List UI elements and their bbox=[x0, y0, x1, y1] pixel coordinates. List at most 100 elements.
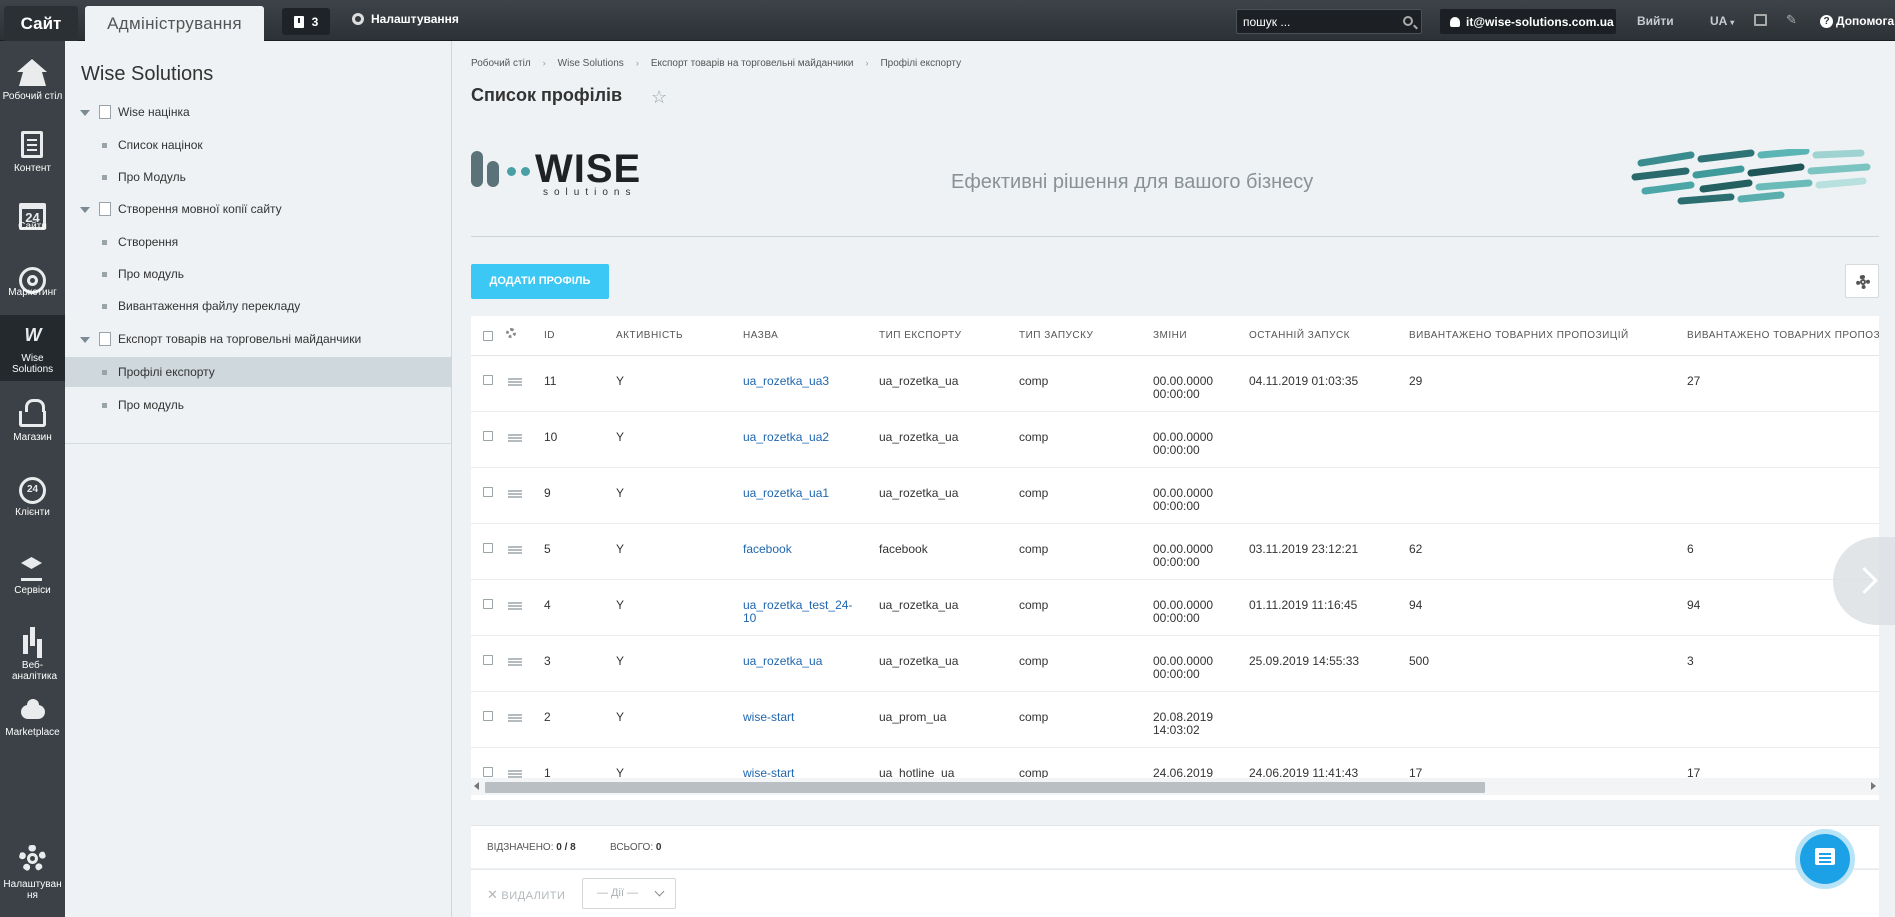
row-menu-icon[interactable] bbox=[508, 434, 522, 436]
user-icon bbox=[1450, 16, 1460, 27]
tree-item-label: Експорт товарів на торговельні майданчик… bbox=[118, 332, 362, 346]
select-all-checkbox[interactable] bbox=[483, 331, 493, 341]
scroll-left-icon[interactable] bbox=[474, 782, 479, 790]
row-menu-icon[interactable] bbox=[508, 602, 522, 604]
tree-item-about-module[interactable]: Про Модуль bbox=[65, 162, 451, 192]
menu-item-marketplace[interactable]: Marketplace bbox=[0, 691, 65, 763]
column-header-active[interactable]: АКТИВНІСТЬ bbox=[616, 330, 683, 341]
notifications-button[interactable]: 3 bbox=[282, 8, 330, 35]
table-row[interactable]: 9 Yua_rozetka_ua1 ua_rozetka_ua comp 00.00.0… bbox=[471, 468, 1879, 524]
cell-name[interactable]: ua_rozetka_ua1 bbox=[743, 487, 855, 500]
column-header-changes[interactable]: ЗМІНИ bbox=[1153, 330, 1187, 341]
table-row[interactable]: 10 Yua_rozetka_ua2 ua_rozetka_ua comp 00.00.… bbox=[471, 412, 1879, 468]
tree-item-markup-list[interactable]: Список націнок bbox=[65, 130, 451, 160]
table-row[interactable]: 5 Yfacebook facebook comp 00.00.0000 00:00:0… bbox=[471, 524, 1879, 580]
column-settings-gear-icon[interactable] bbox=[506, 328, 516, 338]
horizontal-scrollbar[interactable] bbox=[471, 778, 1879, 795]
row-checkbox[interactable] bbox=[483, 543, 493, 553]
expand-arrow-icon[interactable] bbox=[80, 110, 90, 116]
row-checkbox[interactable] bbox=[483, 711, 493, 721]
row-menu-icon[interactable] bbox=[508, 378, 522, 380]
delete-button[interactable]: ✕ ВИДАЛИТИ bbox=[487, 887, 565, 903]
row-checkbox[interactable] bbox=[483, 375, 493, 385]
menu-item-services[interactable]: Сервіси bbox=[0, 537, 65, 609]
tree-item-export-profiles[interactable]: Профілі експорту bbox=[65, 357, 451, 387]
menu-item-content[interactable]: Контент bbox=[0, 113, 65, 185]
breadcrumb-item-profiles[interactable]: Профілі експорту bbox=[880, 58, 961, 69]
cell-name[interactable]: wise-start bbox=[743, 711, 855, 724]
gear-icon bbox=[1856, 275, 1870, 289]
menu-item-sites[interactable]: 24 Сайти bbox=[0, 185, 65, 257]
settings-link[interactable]: Налаштування bbox=[352, 12, 459, 26]
menu-item-clients[interactable]: 24 Клієнти bbox=[0, 459, 65, 531]
row-checkbox[interactable] bbox=[483, 655, 493, 665]
row-checkbox[interactable] bbox=[483, 487, 493, 497]
tree-item-translation-export[interactable]: Вивантаження файлу перекладу bbox=[65, 291, 451, 321]
cell-name[interactable]: ua_rozetka_ua2 bbox=[743, 431, 855, 444]
cell-name[interactable]: facebook bbox=[743, 543, 855, 556]
column-header-name[interactable]: НАЗВА bbox=[743, 330, 778, 341]
window-icon[interactable] bbox=[1754, 14, 1767, 26]
menu-item-desktop[interactable]: Робочий стіл bbox=[0, 41, 65, 113]
tree-item-about-module-3[interactable]: Про модуль bbox=[65, 390, 451, 420]
menu-item-web-analytics[interactable]: Веб-аналітика bbox=[0, 607, 65, 682]
language-selector[interactable]: UA ▾ bbox=[1710, 14, 1734, 28]
tree-item-create[interactable]: Створення bbox=[65, 227, 451, 257]
menu-item-settings[interactable]: Налаштування bbox=[0, 837, 65, 917]
table-row[interactable]: 2 Ywise-start ua_prom_ua comp 20.08.2019 14:… bbox=[471, 692, 1879, 748]
actions-select[interactable]: — Дії — bbox=[582, 878, 676, 909]
search-icon[interactable] bbox=[1403, 16, 1413, 26]
user-menu[interactable]: it@wise-solutions.com.ua bbox=[1440, 9, 1616, 34]
tree-item-wise-markup[interactable]: Wise націнка bbox=[65, 97, 451, 127]
star-icon[interactable]: ☆ bbox=[651, 87, 667, 108]
menu-item-marketing[interactable]: Маркетинг bbox=[0, 249, 65, 321]
column-header-id[interactable]: ID bbox=[544, 330, 555, 341]
row-menu-icon[interactable] bbox=[508, 546, 522, 548]
row-menu-icon[interactable] bbox=[508, 770, 522, 772]
row-checkbox[interactable] bbox=[483, 431, 493, 441]
add-profile-button[interactable]: ДОДАТИ ПРОФІЛЬ bbox=[471, 264, 609, 299]
row-menu-icon[interactable] bbox=[508, 714, 522, 716]
search-input[interactable]: пошук ... bbox=[1236, 9, 1422, 34]
row-checkbox[interactable] bbox=[483, 767, 493, 777]
logout-link[interactable]: Вийти bbox=[1637, 14, 1674, 28]
chat-button[interactable] bbox=[1795, 829, 1855, 889]
tree-item-language-copy[interactable]: Створення мовної копії сайту bbox=[65, 194, 451, 224]
menu-item-wise-solutions[interactable]: W Wise Solutions bbox=[0, 315, 65, 381]
table-row[interactable]: 11 Yua_rozetka_ua3 ua_rozetka_ua comp 00.00.… bbox=[471, 356, 1879, 412]
cell-export-type: ua_rozetka_ua bbox=[879, 654, 959, 668]
pin-icon[interactable]: ✎ bbox=[1786, 12, 1797, 28]
cell-changes: 00.00.0000 00:00:00 bbox=[1153, 374, 1214, 401]
table-row[interactable]: 4 Yua_rozetka_test_24-10 ua_rozetka_ua comp… bbox=[471, 580, 1879, 636]
scrollbar-thumb[interactable] bbox=[485, 782, 1485, 793]
table-row[interactable]: 3 Yua_rozetka_ua ua_rozetka_ua comp 00.00.00… bbox=[471, 636, 1879, 692]
tree-item-marketplace-export[interactable]: Експорт товарів на торговельні майданчик… bbox=[65, 324, 451, 354]
site-tab[interactable]: Сайт bbox=[4, 6, 78, 41]
scroll-right-icon[interactable] bbox=[1871, 782, 1876, 790]
row-menu-icon[interactable] bbox=[508, 490, 522, 492]
cell-name[interactable]: ua_rozetka_ua bbox=[743, 655, 855, 668]
column-header-launch-type[interactable]: ТИП ЗАПУСКУ bbox=[1019, 330, 1093, 341]
breadcrumb-item-desktop[interactable]: Робочий стіл bbox=[471, 58, 531, 69]
cell-name[interactable]: ua_rozetka_test_24-10 bbox=[743, 599, 855, 625]
tree-item-label: Профілі експорту bbox=[118, 365, 215, 379]
menu-item-label: Налаштування bbox=[3, 879, 62, 901]
breadcrumb-item-export[interactable]: Експорт товарів на торговельні майданчик… bbox=[651, 58, 854, 69]
expand-arrow-icon[interactable] bbox=[80, 207, 90, 213]
grid-settings-button[interactable] bbox=[1845, 264, 1879, 298]
tree-item-about-module-2[interactable]: Про модуль bbox=[65, 259, 451, 289]
column-header-export-type[interactable]: ТИП ЕКСПОРТУ bbox=[879, 330, 962, 341]
row-menu-icon[interactable] bbox=[508, 658, 522, 660]
menu-item-shop[interactable]: Магазин bbox=[0, 383, 65, 455]
cell-exported-offers-2: 94 bbox=[1687, 598, 1701, 612]
cell-active: Y bbox=[616, 542, 625, 556]
column-header-exported-offers[interactable]: ВИВАНТАЖЕНО ТОВАРНИХ ПРОПОЗИЦІЙ bbox=[1409, 330, 1629, 341]
admin-tab[interactable]: Адміністрування bbox=[85, 6, 264, 41]
breadcrumb-item-wise[interactable]: Wise Solutions bbox=[558, 58, 624, 69]
help-link[interactable]: ? Допомога bbox=[1820, 14, 1894, 28]
cell-name[interactable]: ua_rozetka_ua3 bbox=[743, 375, 855, 388]
expand-arrow-icon[interactable] bbox=[80, 337, 90, 343]
row-checkbox[interactable] bbox=[483, 599, 493, 609]
column-header-last-run[interactable]: ОСТАННІЙ ЗАПУСК bbox=[1249, 330, 1350, 341]
column-header-exported-offers-2[interactable]: ВИВАНТАЖЕНО ТОВАРНИХ ПРОПОЗИ bbox=[1687, 330, 1879, 341]
